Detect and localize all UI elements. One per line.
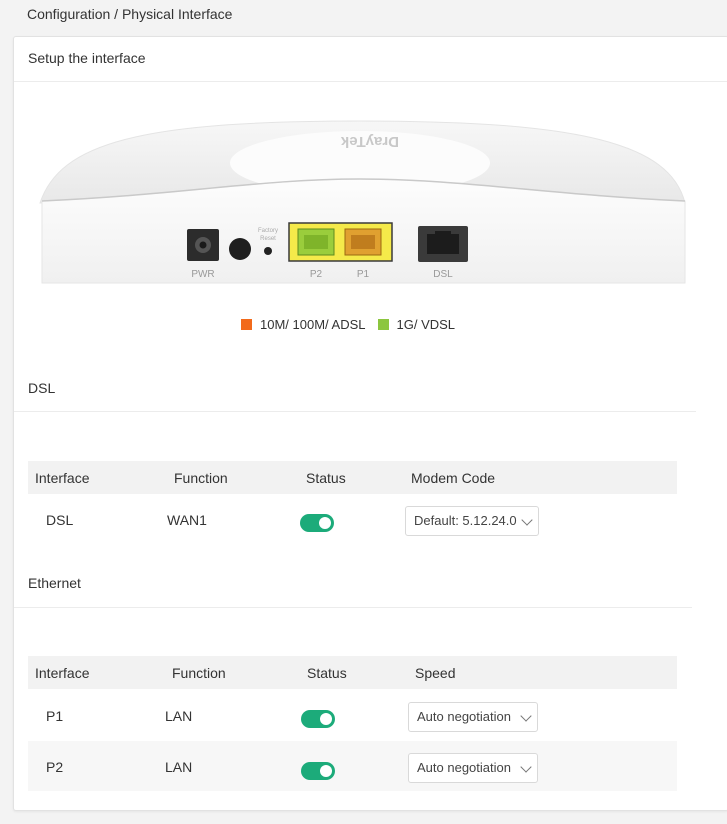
legend-swatch-orange xyxy=(241,319,252,330)
column-header: Modem Code xyxy=(411,470,496,486)
interface-panel: Setup the interface DrayTek PWR Factory … xyxy=(13,36,727,811)
panel-title: Setup the interface xyxy=(28,50,146,66)
column-header: Interface xyxy=(35,470,90,486)
speed-value: Auto negotiation xyxy=(417,709,511,724)
interface-cell: P1 xyxy=(46,708,64,724)
column-header: Status xyxy=(307,665,347,681)
pwr-label: PWR xyxy=(191,269,214,280)
status-toggle[interactable] xyxy=(301,710,335,728)
chevron-down-icon xyxy=(520,710,532,722)
speed-value: Auto negotiation xyxy=(417,760,511,775)
speed-select[interactable]: Auto negotiation xyxy=(408,702,538,732)
divider xyxy=(14,607,692,608)
legend-item: 10M/ 100M/ ADSL xyxy=(241,317,366,332)
port-legend: 10M/ 100M/ ADSL 1G/ VDSL xyxy=(241,317,455,332)
brand-logo: DrayTek xyxy=(340,133,399,150)
top-bar: Configuration / Physical Interface xyxy=(0,0,727,32)
column-header: Status xyxy=(306,470,346,486)
button-port xyxy=(229,238,251,260)
legend-label: 1G/ VDSL xyxy=(396,317,456,332)
function-cell: LAN xyxy=(165,708,193,724)
legend-swatch-green xyxy=(377,319,389,330)
p1-label: P1 xyxy=(357,269,370,280)
dsl-port-label: DSL xyxy=(433,269,453,280)
dsl-section-title: DSL xyxy=(28,380,56,396)
chevron-down-icon xyxy=(520,761,532,773)
reset-label-1: Factory xyxy=(258,228,278,234)
ethernet-section-title: Ethernet xyxy=(28,575,81,591)
legend-label: 10M/ 100M/ ADSL xyxy=(260,317,366,332)
function-cell: LAN xyxy=(165,759,193,775)
legend-item: 1G/ VDSL xyxy=(377,317,456,332)
interface-cell: P2 xyxy=(46,759,64,775)
table-row: P1 LAN Auto negotiation xyxy=(28,690,677,740)
interface-cell: DSL xyxy=(46,512,74,528)
column-header: Speed xyxy=(415,665,456,681)
function-cell: WAN1 xyxy=(167,512,207,528)
reset-label-2: Reset xyxy=(260,236,276,242)
status-toggle[interactable] xyxy=(301,762,335,780)
table-row: P2 LAN Auto negotiation xyxy=(28,741,677,791)
p2-label: P2 xyxy=(310,269,323,280)
reset-hole xyxy=(264,247,272,255)
modem-code-value: Default: 5.12.24.0 xyxy=(414,513,517,528)
router-illustration: DrayTek PWR Factory Reset P2 P1 DSL xyxy=(39,120,686,284)
column-header: Interface xyxy=(35,665,90,681)
table-row: DSL WAN1 Default: 5.12.24.0 xyxy=(28,497,677,547)
column-header: Function xyxy=(172,665,226,681)
dsl-table-header: Interface Function Status Modem Code xyxy=(28,461,677,494)
divider xyxy=(14,411,696,412)
column-header: Function xyxy=(174,470,228,486)
ethernet-table-header: Interface Function Status Speed xyxy=(28,656,677,689)
panel-header: Setup the interface xyxy=(14,37,727,82)
modem-code-select[interactable]: Default: 5.12.24.0 xyxy=(405,506,539,536)
breadcrumb: Configuration / Physical Interface xyxy=(27,6,233,22)
chevron-down-icon xyxy=(521,514,533,526)
status-toggle[interactable] xyxy=(300,514,334,532)
speed-select[interactable]: Auto negotiation xyxy=(408,753,538,783)
